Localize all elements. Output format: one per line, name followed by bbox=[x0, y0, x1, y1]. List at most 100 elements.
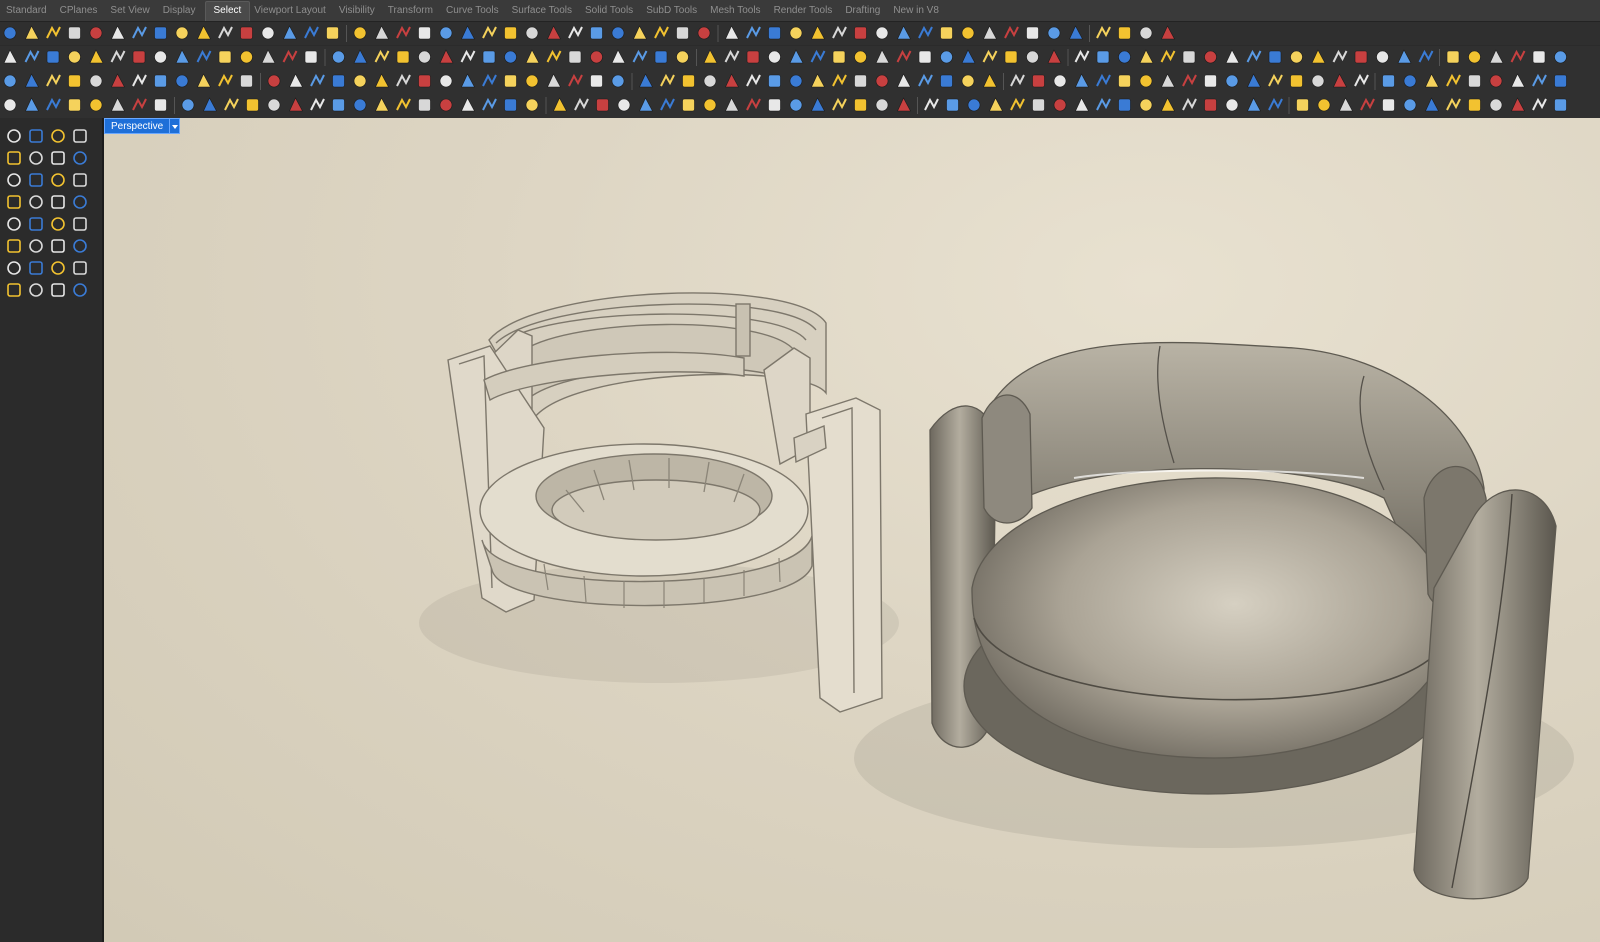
toolbar-tool-icon[interactable] bbox=[1511, 97, 1526, 112]
toolbar-tool-icon[interactable] bbox=[132, 25, 147, 39]
toolbar-tool-icon[interactable] bbox=[1053, 74, 1067, 88]
toolbar-tool-icon[interactable] bbox=[46, 50, 60, 64]
toolbar-tool-icon[interactable] bbox=[1032, 98, 1045, 112]
toolbar-tool-icon[interactable] bbox=[267, 98, 281, 112]
toolbar-tool-icon[interactable] bbox=[1247, 73, 1262, 88]
toolbar-tool-icon[interactable] bbox=[461, 25, 476, 40]
sidebar-tool-icon[interactable] bbox=[7, 195, 21, 209]
toolbar-tool-icon[interactable] bbox=[68, 74, 81, 88]
tab-standard[interactable]: Standard bbox=[2, 4, 56, 21]
toolbar-tool-icon[interactable] bbox=[310, 73, 325, 87]
toolbar-tool-icon[interactable] bbox=[418, 26, 431, 40]
toolbar-tool-icon[interactable] bbox=[218, 25, 233, 39]
sidebar-tool-icon[interactable] bbox=[29, 261, 43, 275]
toolbar-tool-icon[interactable] bbox=[25, 25, 40, 40]
toolbar-tool-icon[interactable] bbox=[89, 74, 103, 88]
toolbar-tool-icon[interactable] bbox=[1096, 25, 1111, 39]
toolbar-tool-icon[interactable] bbox=[1047, 26, 1061, 40]
toolbar-tool-icon[interactable] bbox=[654, 50, 668, 64]
sidebar-tool-icon[interactable] bbox=[7, 129, 21, 143]
toolbar-tool-icon[interactable] bbox=[25, 73, 40, 88]
toolbar-tool-icon[interactable] bbox=[460, 49, 476, 63]
toolbar-tool-icon[interactable] bbox=[89, 49, 104, 64]
toolbar-tool-icon[interactable] bbox=[175, 26, 189, 40]
toolbar-tool-icon[interactable] bbox=[504, 98, 517, 112]
toolbar-tool-icon[interactable] bbox=[3, 26, 17, 40]
toolbar-tool-icon[interactable] bbox=[811, 73, 826, 88]
toolbar-tool-icon[interactable] bbox=[504, 26, 517, 40]
toolbar-tool-icon[interactable] bbox=[1360, 97, 1375, 111]
sidebar-tool-icon[interactable] bbox=[51, 261, 65, 275]
toolbar-tool-icon[interactable] bbox=[1333, 73, 1348, 88]
sidebar-tool-icon[interactable] bbox=[73, 151, 87, 165]
toolbar-tool-icon[interactable] bbox=[768, 26, 781, 40]
toolbar-tool-icon[interactable] bbox=[854, 26, 867, 40]
sidebar-tool-icon[interactable] bbox=[73, 261, 87, 275]
toolbar-tool-icon[interactable] bbox=[1004, 50, 1018, 64]
toolbar-tool-icon[interactable] bbox=[946, 98, 959, 112]
toolbar-tool-icon[interactable] bbox=[746, 50, 760, 64]
toolbar-tool-icon[interactable] bbox=[46, 73, 61, 87]
toolbar-tool-icon[interactable] bbox=[1403, 98, 1417, 112]
toolbar-tool-icon[interactable] bbox=[3, 98, 17, 112]
toolbar-tool-icon[interactable] bbox=[789, 74, 803, 88]
toolbar-tool-icon[interactable] bbox=[547, 73, 562, 88]
toolbar-tool-icon[interactable] bbox=[246, 98, 259, 112]
viewport-title[interactable]: Perspective bbox=[104, 118, 171, 134]
toolbar-tool-icon[interactable] bbox=[940, 74, 953, 88]
toolbar-tool-icon[interactable] bbox=[924, 97, 939, 111]
toolbar-tool-icon[interactable] bbox=[304, 25, 319, 39]
toolbar-tool-icon[interactable] bbox=[310, 97, 325, 111]
sidebar-tool-icon[interactable] bbox=[51, 173, 65, 187]
toolbar-tool-icon[interactable] bbox=[1354, 73, 1369, 87]
sidebar-tool-icon[interactable] bbox=[73, 173, 87, 187]
toolbar-tool-icon[interactable] bbox=[1317, 98, 1331, 112]
toolbar-tool-icon[interactable] bbox=[725, 25, 740, 40]
toolbar-tool-icon[interactable] bbox=[1246, 49, 1262, 63]
toolbar-tool-icon[interactable] bbox=[590, 74, 603, 88]
toolbar-tool-icon[interactable] bbox=[1225, 49, 1240, 64]
tab-select[interactable]: Select bbox=[204, 1, 251, 21]
toolbar-tool-icon[interactable] bbox=[703, 49, 718, 64]
toolbar-tool-icon[interactable] bbox=[261, 49, 276, 64]
toolbar-tool-icon[interactable] bbox=[1290, 50, 1303, 64]
toolbar-tool-icon[interactable] bbox=[746, 73, 761, 87]
toolbar-tool-icon[interactable] bbox=[439, 98, 453, 112]
toolbar-tool-icon[interactable] bbox=[568, 73, 583, 87]
sidebar-tool-icon[interactable] bbox=[29, 239, 43, 253]
toolbar-tool-icon[interactable] bbox=[832, 50, 846, 64]
sidebar-tool-icon[interactable] bbox=[7, 283, 21, 297]
toolbar-tool-icon[interactable] bbox=[89, 98, 103, 112]
toolbar-tool-icon[interactable] bbox=[1026, 26, 1039, 40]
sidebar-tool-icon[interactable] bbox=[51, 283, 65, 297]
toolbar-tool-icon[interactable] bbox=[789, 26, 803, 40]
toolbar-tool-icon[interactable] bbox=[725, 97, 740, 112]
toolbar-tool-icon[interactable] bbox=[1161, 73, 1176, 88]
toolbar-tool-icon[interactable] bbox=[46, 25, 61, 39]
toolbar-tool-icon[interactable] bbox=[1075, 97, 1090, 112]
toolbar-tool-icon[interactable] bbox=[525, 26, 539, 40]
toolbar-tool-icon[interactable] bbox=[1382, 74, 1395, 88]
toolbar-tool-icon[interactable] bbox=[633, 25, 648, 40]
tab-transform[interactable]: Transform bbox=[384, 4, 442, 21]
toolbar-tool-icon[interactable] bbox=[396, 97, 411, 111]
toolbar-tool-icon[interactable] bbox=[1182, 50, 1196, 64]
toolbar-tool-icon[interactable] bbox=[746, 25, 761, 39]
tab-surface-tools[interactable]: Surface Tools bbox=[508, 4, 581, 21]
toolbar-tool-icon[interactable] bbox=[768, 74, 781, 88]
toolbar-tool-icon[interactable] bbox=[218, 73, 233, 87]
toolbar-tool-icon[interactable] bbox=[1489, 49, 1504, 64]
toolbar-tool-icon[interactable] bbox=[332, 74, 345, 88]
toolbar-tool-icon[interactable] bbox=[1010, 73, 1025, 87]
toolbar-tool-icon[interactable] bbox=[1096, 73, 1111, 87]
sidebar-tool-icon[interactable] bbox=[29, 173, 43, 187]
toolbar-tool-icon[interactable] bbox=[353, 98, 367, 112]
toolbar-tool-icon[interactable] bbox=[553, 97, 568, 112]
toolbar-tool-icon[interactable] bbox=[810, 49, 826, 63]
toolbar-tool-icon[interactable] bbox=[89, 26, 103, 40]
sidebar-tool-icon[interactable] bbox=[73, 217, 87, 231]
toolbar-tool-icon[interactable] bbox=[660, 97, 675, 111]
toolbar-tool-icon[interactable] bbox=[639, 73, 654, 88]
toolbar-tool-icon[interactable] bbox=[918, 25, 933, 39]
toolbar-tool-icon[interactable] bbox=[1225, 98, 1239, 112]
